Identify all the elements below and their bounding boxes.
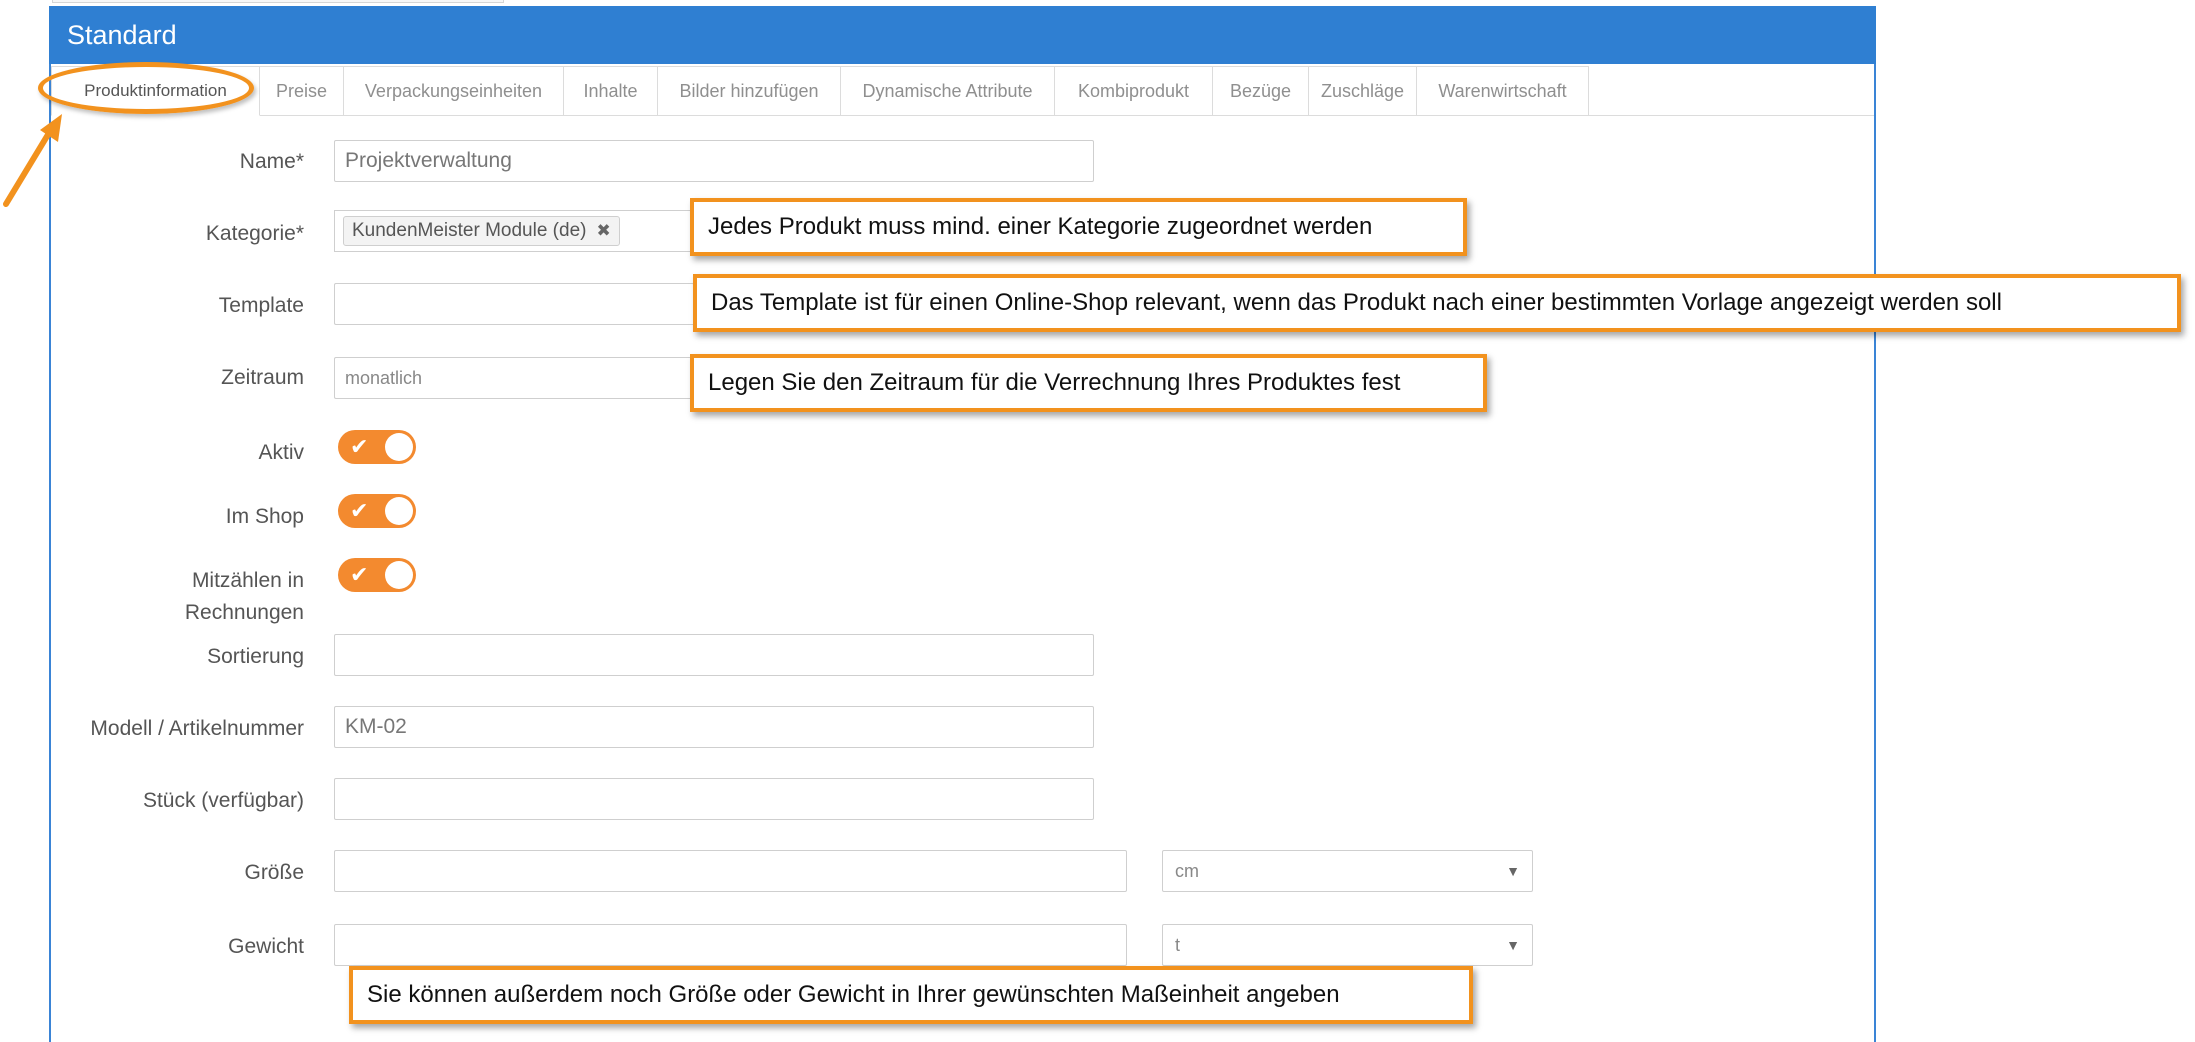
arrow-icon — [3, 114, 62, 207]
remove-icon[interactable]: ✖ — [596, 221, 610, 241]
tab-verpackungseinheiten[interactable]: Verpackungseinheiten — [344, 66, 564, 116]
sortierung-label: Sortierung — [207, 645, 304, 668]
tab-bar: Produktinformation Preise Verpackungsein… — [51, 66, 1874, 116]
check-icon: ✔ — [350, 434, 369, 459]
sortierung-input[interactable] — [334, 634, 1094, 676]
template-label: Template — [218, 294, 304, 317]
tab-bilder-hinzufuegen[interactable]: Bilder hinzufügen — [658, 66, 841, 116]
panel-title: Standard — [49, 6, 1876, 64]
aktiv-toggle[interactable]: ✔ — [338, 430, 416, 464]
gewicht-label: Gewicht — [228, 935, 304, 958]
mitzaehlen-label-line2: Rechnungen — [184, 601, 304, 624]
top-sliver — [52, 0, 504, 3]
kategorie-label: Kategorie* — [205, 222, 304, 245]
tab-kombiprodukt[interactable]: Kombiprodukt — [1055, 66, 1213, 116]
groesse-unit-value: cm — [1175, 861, 1199, 881]
caret-down-icon: ▼ — [1506, 937, 1520, 953]
tab-preise[interactable]: Preise — [260, 66, 344, 116]
tab-inhalte[interactable]: Inhalte — [564, 66, 658, 116]
mitzaehlen-toggle[interactable]: ✔ — [338, 558, 416, 592]
modell-input[interactable] — [334, 706, 1094, 748]
callout-template: Das Template ist für einen Online-Shop r… — [693, 274, 2181, 332]
toggle-knob — [385, 433, 413, 461]
tab-warenwirtschaft[interactable]: Warenwirtschaft — [1417, 66, 1589, 116]
callout-masseinheit: Sie können außerdem noch Größe oder Gewi… — [349, 966, 1473, 1024]
kategorie-chip-label: KundenMeister Module (de) — [352, 220, 587, 241]
zeitraum-label: Zeitraum — [221, 366, 304, 389]
highlight-ellipse — [38, 62, 254, 114]
tab-zuschlaege[interactable]: Zuschläge — [1309, 66, 1417, 116]
stueck-label: Stück (verfügbar) — [142, 789, 304, 812]
callout-zeitraum: Legen Sie den Zeitraum für die Verrechnu… — [690, 354, 1487, 412]
im-shop-label: Im Shop — [225, 505, 304, 528]
gewicht-input[interactable] — [334, 924, 1127, 966]
aktiv-label: Aktiv — [258, 441, 304, 464]
kategorie-chip: KundenMeister Module (de) ✖ — [343, 216, 620, 246]
gewicht-unit-select[interactable]: t ▼ — [1162, 924, 1533, 966]
groesse-label: Größe — [244, 861, 304, 884]
zeitraum-input[interactable] — [334, 357, 694, 399]
name-label: Name* — [239, 150, 304, 173]
callout-kategorie: Jedes Produkt muss mind. einer Kategorie… — [690, 198, 1467, 256]
toggle-knob — [385, 561, 413, 589]
modell-label: Modell / Artikelnummer — [90, 717, 304, 740]
tab-bezuege[interactable]: Bezüge — [1213, 66, 1309, 116]
caret-down-icon: ▼ — [1506, 863, 1520, 879]
toggle-knob — [385, 497, 413, 525]
groesse-input[interactable] — [334, 850, 1127, 892]
check-icon: ✔ — [350, 498, 369, 523]
kategorie-select[interactable]: KundenMeister Module (de) ✖ — [334, 210, 694, 252]
mitzaehlen-label-line1: Mitzählen in — [191, 569, 304, 592]
im-shop-toggle[interactable]: ✔ — [338, 494, 416, 528]
name-input[interactable] — [334, 140, 1094, 182]
check-icon: ✔ — [350, 562, 369, 587]
tab-dynamische-attribute[interactable]: Dynamische Attribute — [841, 66, 1055, 116]
gewicht-unit-value: t — [1175, 935, 1181, 955]
stueck-input[interactable] — [334, 778, 1094, 820]
groesse-unit-select[interactable]: cm ▼ — [1162, 850, 1533, 892]
template-input[interactable] — [334, 283, 694, 325]
